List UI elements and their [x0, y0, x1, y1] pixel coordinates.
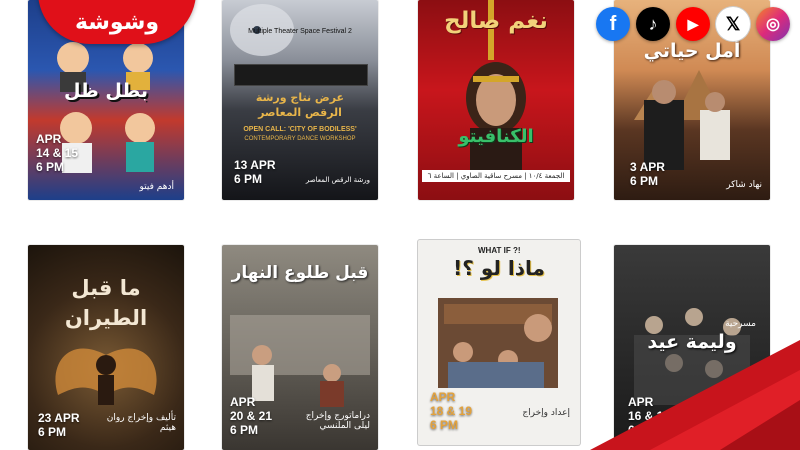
poster-subtitle: CONTEMPORARY DANCE WORKSHOP	[244, 136, 356, 142]
poster-nagham-saleh[interactable]: نغم صالح الكنافيتو الجمعة ١٠/٤ | مسرح سا…	[418, 0, 574, 200]
poster-dance-workshop[interactable]: Multiple Theater Space Festival 2 عرض نت…	[222, 0, 378, 200]
facebook-icon[interactable]: f	[596, 7, 630, 41]
poster-date: 3 APR	[630, 160, 665, 174]
poster-what-if[interactable]: WHAT IF ?! ماذا لو ؟! APR 18 & 19 6 PM إ…	[418, 240, 580, 445]
poster-credit: نهاد شاكر	[726, 180, 762, 190]
poster-title: أمل حياتي	[643, 40, 741, 62]
poster-ma-qabl-al-tayaran[interactable]: ما قبل الطيران 23 APR 6 PM تأليف وإخراج …	[28, 245, 184, 450]
poster-date-days: 20 & 21	[230, 409, 273, 423]
poster-credit: تأليف وإخراج روان هيثم	[106, 413, 176, 433]
poster-credit: مسرحية	[725, 319, 756, 329]
poster-date-time: 6 PM	[630, 174, 659, 188]
poster-credit: ورشة الرقص المعاصر	[305, 176, 370, 184]
poster-title: ما قبل الطيران	[64, 276, 148, 330]
poster-date-days: 18 & 19	[430, 404, 473, 418]
poster-date: 23 APR	[38, 411, 80, 425]
poster-title: قبل طلوع النهار	[231, 263, 369, 283]
poster-date-time: 6 PM	[234, 172, 263, 186]
poster-date-time: 6 PM	[38, 425, 67, 439]
poster-credit: إعداد وإخراج	[522, 408, 570, 418]
poster-title: عرض نتاج ورشة الرقص المعاصر	[255, 91, 345, 119]
poster-date-time: 6 PM	[230, 423, 259, 437]
poster-credit: أدهم فيتو	[139, 182, 175, 192]
poster-date-month: APR	[36, 132, 62, 146]
poster-date-time: 6 PM	[430, 418, 459, 432]
instagram-icon[interactable]: ◎	[756, 7, 790, 41]
poster-credit: دراماتورج وإخراج ليلى الملنسي	[305, 411, 370, 431]
youtube-icon[interactable]: ▶	[676, 7, 710, 41]
poster-credit: الجمعة ١٠/٤ | مسرح ساقية الصاوي | الساعة…	[422, 170, 570, 182]
decorative-corner	[590, 340, 800, 450]
poster-date-month: APR	[430, 390, 456, 404]
poster-title: بطل ظل	[63, 80, 149, 102]
festival-name: Multiple Theater Space Festival 2	[248, 28, 352, 35]
poster-subtitle: الكنافيتو	[458, 126, 534, 147]
poster-qabl-tolou-al-nahar[interactable]: قبل طلوع النهار APR 20 & 21 6 PM دراماتو…	[222, 245, 378, 450]
poster-date-time: 6 PM	[36, 160, 65, 174]
site-logo-text: وشوشة	[74, 9, 160, 35]
x-icon[interactable]: 𝕏	[716, 7, 750, 41]
poster-date: 13 APR	[234, 158, 276, 172]
poster-date-days: 14 & 15	[36, 146, 79, 160]
poster-date-month: APR	[230, 395, 256, 409]
open-call: OPEN CALL: 'CITY OF BODILESS'	[243, 126, 357, 133]
sponsor-logos	[234, 64, 368, 86]
poster-title: نغم صالح	[444, 8, 548, 34]
tiktok-icon[interactable]: ♪	[636, 7, 670, 41]
